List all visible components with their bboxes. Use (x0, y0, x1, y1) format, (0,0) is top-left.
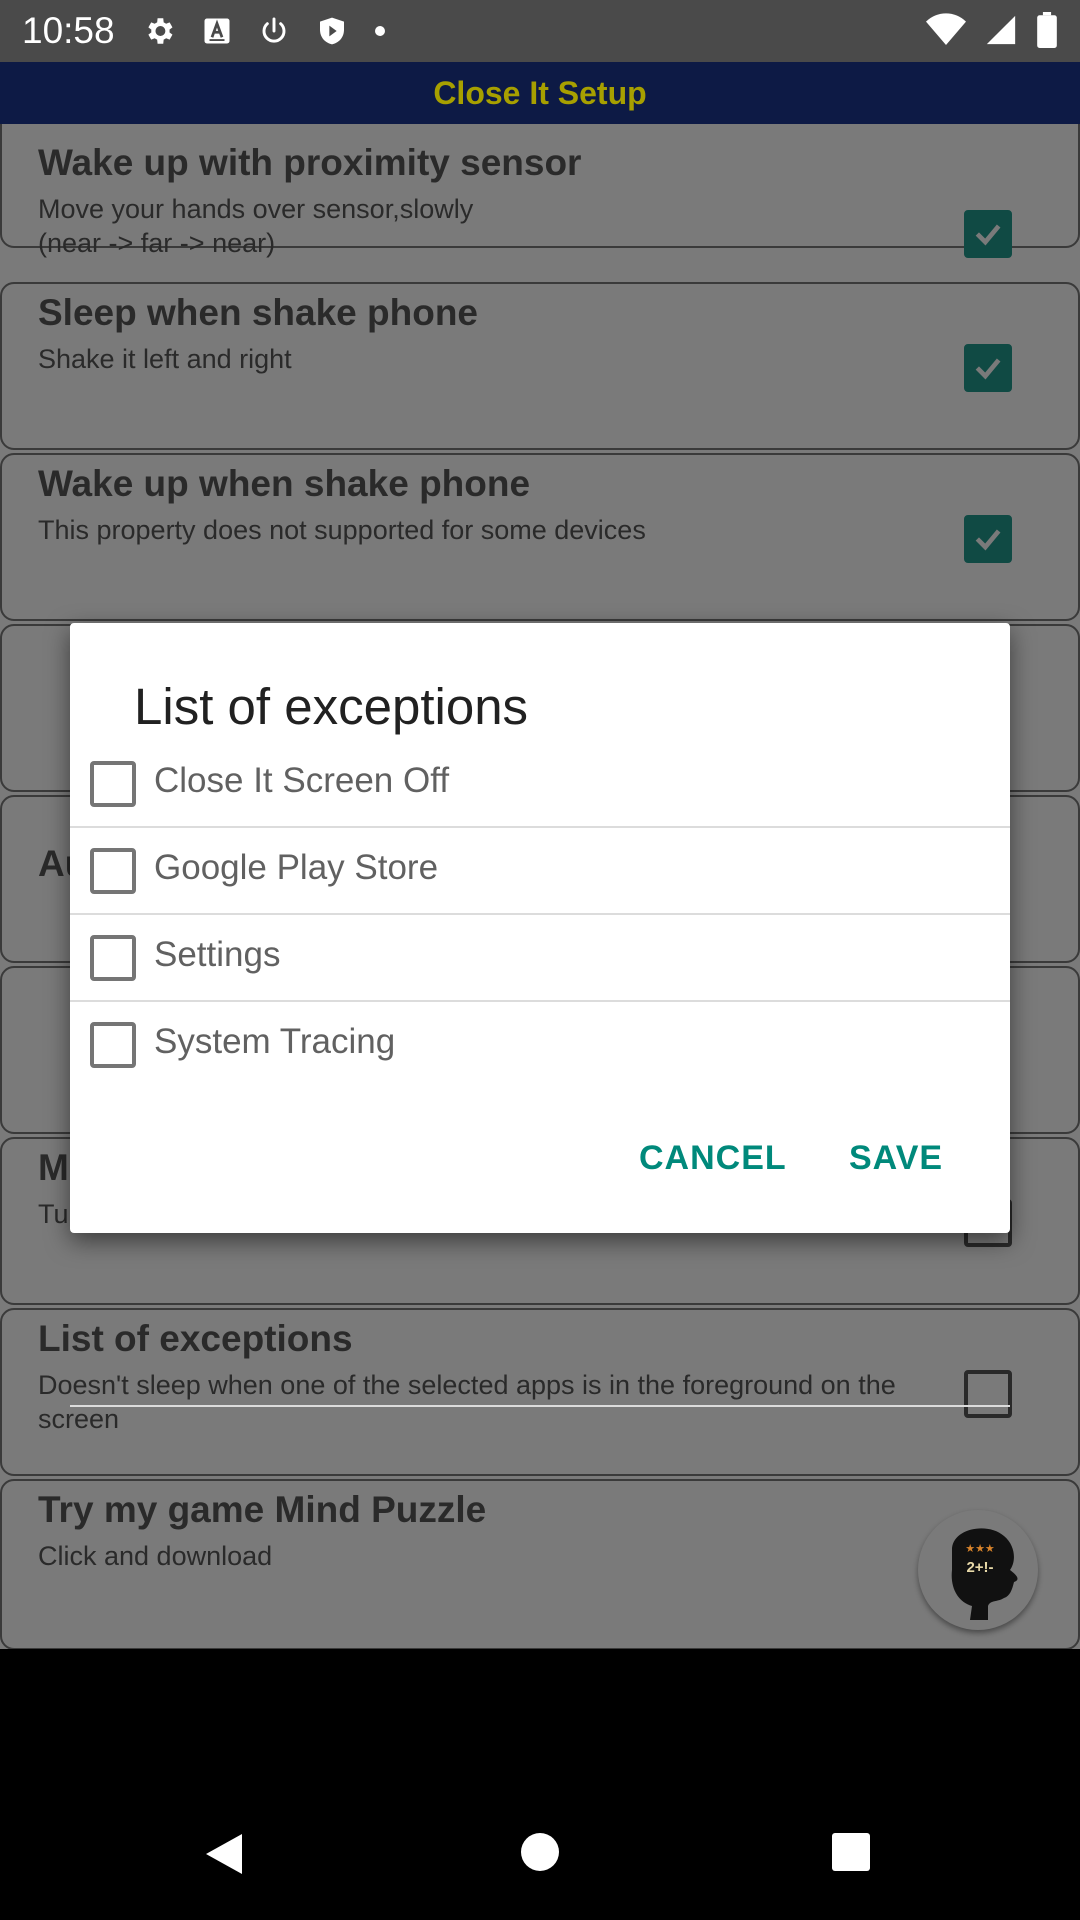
option-row-system-tracing[interactable]: System Tracing (70, 1002, 1010, 1089)
setting-desc: Shake it left and right (38, 344, 292, 374)
head-silhouette-icon: 2+!- ★★★ (951, 1528, 1018, 1620)
setting-desc: Move your hands over sensor,slowly (near… (38, 194, 474, 258)
option-close-it-screen-off[interactable] (70, 1320, 1010, 1407)
wifi-icon (926, 13, 966, 51)
option-checkbox[interactable] (90, 848, 136, 894)
dot-icon (374, 25, 386, 37)
home-icon[interactable] (520, 1832, 560, 1876)
gear-icon (142, 14, 176, 48)
option-label: Close It Screen Off (154, 761, 450, 800)
setting-checkbox[interactable] (964, 210, 1012, 258)
battery-icon (1036, 12, 1058, 52)
option-label: Settings (154, 935, 281, 974)
shield-play-icon (316, 14, 348, 48)
status-time: 10:58 (22, 10, 115, 51)
setting-title: Try my game Mind Puzzle (38, 1489, 487, 1530)
navigation-bar (0, 1649, 1080, 1920)
cancel-button[interactable]: CANCEL (639, 1139, 787, 1178)
setting-shake-wake[interactable]: Wake up when shake phone This property d… (0, 453, 1080, 621)
game-avatar-text: 2+!- (966, 1559, 993, 1576)
back-icon[interactable] (204, 1832, 244, 1880)
setting-desc: This property does not supported for som… (38, 515, 646, 545)
option-row-close-it[interactable]: Close It Screen Off (70, 741, 1010, 828)
dialog-title: List of exceptions (134, 678, 529, 735)
setting-desc: Click and download (38, 1541, 273, 1571)
setting-checkbox[interactable] (964, 344, 1012, 392)
signal-icon (984, 13, 1018, 51)
setting-checkbox[interactable] (964, 515, 1012, 563)
setting-title: Wake up with proximity sensor (38, 142, 582, 183)
option-checkbox[interactable] (90, 761, 136, 807)
setting-title: Sleep when shake phone (38, 292, 479, 333)
power-icon (258, 15, 290, 47)
game-avatar[interactable]: 2+!- ★★★ (918, 1510, 1038, 1630)
option-label: System Tracing (154, 1022, 396, 1061)
recents-icon[interactable] (831, 1832, 871, 1876)
app-title: Close It Setup (433, 74, 647, 111)
option-row-play-store[interactable]: Google Play Store (70, 828, 1010, 915)
app-bar: Close It Setup (0, 62, 1080, 124)
setting-title: M (38, 1147, 69, 1188)
svg-text:★★★: ★★★ (965, 1542, 995, 1555)
status-icons-right (926, 12, 1058, 52)
option-label: Google Play Store (154, 848, 439, 887)
setting-proximity-wake[interactable]: Wake up with proximity sensor Move your … (0, 124, 1080, 258)
setting-shake-sleep[interactable]: Sleep when shake phone Shake it left and… (0, 282, 1080, 450)
save-button[interactable]: SAVE (849, 1139, 943, 1178)
option-checkbox[interactable] (90, 1022, 136, 1068)
status-bar: 10:58 (0, 0, 1080, 62)
option-row-settings[interactable]: Settings (70, 915, 1010, 1002)
status-icons-left (142, 14, 386, 48)
option-checkbox[interactable] (90, 935, 136, 981)
a-icon (202, 16, 232, 46)
setting-title: Wake up when shake phone (38, 463, 531, 504)
